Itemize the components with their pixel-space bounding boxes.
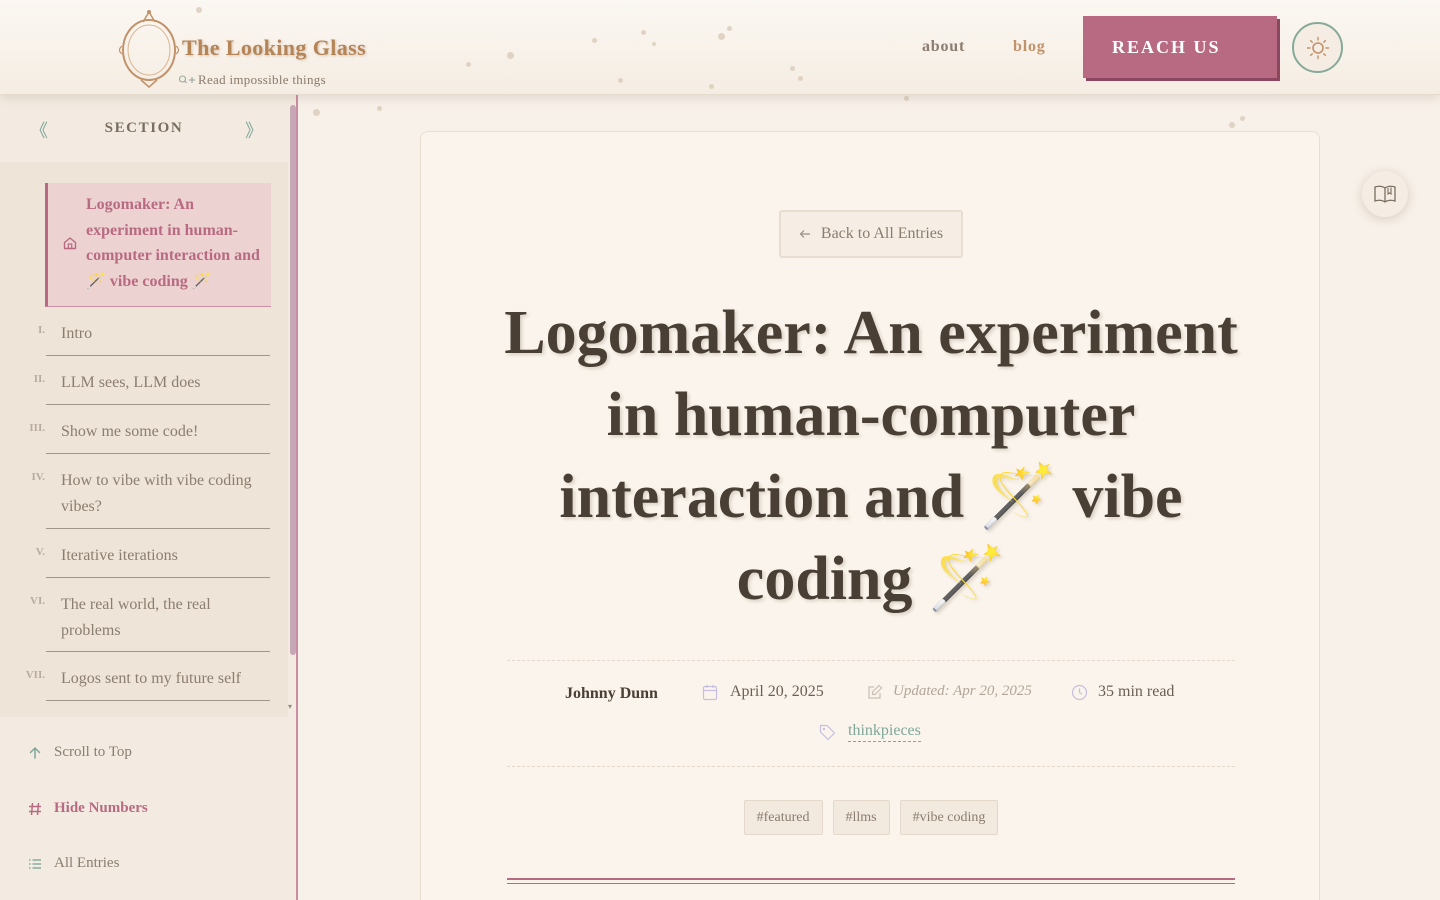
nav-link-about[interactable]: about xyxy=(922,38,965,56)
clock-icon xyxy=(1071,684,1088,700)
toc-number: III. xyxy=(29,422,45,434)
toc-label: Show me some code! xyxy=(61,423,199,440)
toc-label: Logos sent to my future self xyxy=(61,670,241,687)
toc-number: I. xyxy=(37,324,45,336)
back-to-entries-button[interactable]: Back to All Entries xyxy=(779,210,963,258)
decor-dot xyxy=(377,106,382,111)
tag-icon xyxy=(819,724,836,740)
article-card: Back to All Entries Logomaker: An experi… xyxy=(420,131,1320,900)
open-book-icon xyxy=(1374,185,1396,203)
hash-icon xyxy=(29,802,41,815)
decor-dot xyxy=(507,52,514,59)
sun-icon xyxy=(1306,36,1329,59)
tag-chip[interactable]: #llms xyxy=(832,800,890,835)
decor-dot xyxy=(313,109,320,116)
toc-divider xyxy=(46,404,270,405)
decor-dot xyxy=(709,84,714,89)
all-entries-label: All Entries xyxy=(54,855,120,871)
toc-divider xyxy=(46,528,270,529)
arrow-up-icon xyxy=(29,746,41,759)
all-entries-button[interactable]: All Entries xyxy=(28,855,119,872)
toc-divider xyxy=(46,453,270,454)
nav-link-blog[interactable]: blog xyxy=(1013,38,1046,56)
toc-number: VII. xyxy=(25,669,45,681)
updated-date: Updated: Apr 20, 2025 xyxy=(867,683,1032,700)
looking-glass-logo-icon[interactable] xyxy=(114,8,184,88)
decor-dot xyxy=(592,38,597,43)
read-time: 35 min read xyxy=(1071,683,1174,701)
meta-divider-top xyxy=(507,660,1235,661)
hide-numbers-label: Hide Numbers xyxy=(54,800,148,816)
toc-label: The real world, the real problems xyxy=(61,596,211,639)
toc-divider xyxy=(46,700,270,701)
table-of-contents-sidebar: 《 SECTION 》 Logomaker: An experiment in … xyxy=(0,95,298,900)
toc-item-active[interactable]: Logomaker: An experiment in human-comput… xyxy=(45,183,271,307)
meta-divider-bottom xyxy=(507,766,1235,767)
toc-number: II. xyxy=(33,373,45,385)
read-time-text: 35 min read xyxy=(1098,683,1175,700)
toc-list: Logomaker: An experiment in human-comput… xyxy=(0,162,288,717)
toc-number: V. xyxy=(35,546,45,558)
scroll-to-top-button[interactable]: Scroll to Top xyxy=(28,744,132,761)
home-icon xyxy=(63,237,77,250)
divider-rule xyxy=(507,883,1235,884)
calendar-icon xyxy=(702,684,718,700)
decor-dot xyxy=(618,78,623,83)
hide-numbers-button[interactable]: Hide Numbers xyxy=(28,800,148,817)
publish-date: April 20, 2025 xyxy=(702,683,824,701)
next-section-button[interactable]: 》 xyxy=(245,117,263,143)
tag-chip[interactable]: #featured xyxy=(743,800,823,835)
article-title: Logomaker: An experiment in human-comput… xyxy=(504,299,1238,613)
category-link[interactable]: thinkpieces xyxy=(848,722,921,742)
toc-active-label: Logomaker: An experiment in human-comput… xyxy=(86,196,260,290)
scroll-down-arrow-icon[interactable]: ▾ xyxy=(288,702,292,711)
reach-us-button[interactable]: REACH US xyxy=(1083,16,1277,78)
decor-dot xyxy=(641,30,646,35)
toc-number: VI. xyxy=(30,595,45,607)
site-header: The Looking Glass Read impossible things… xyxy=(0,0,1440,95)
toc-label: Intro xyxy=(61,325,93,342)
list-icon xyxy=(29,858,41,869)
tag-list: #featured #llms #vibe coding xyxy=(421,800,1321,835)
scroll-to-top-label: Scroll to Top xyxy=(54,744,132,760)
theme-toggle-button[interactable] xyxy=(1292,22,1343,73)
arrow-left-icon xyxy=(799,230,810,238)
decor-dot xyxy=(196,7,202,13)
category: thinkpieces xyxy=(819,722,921,742)
decor-dot xyxy=(798,76,803,81)
tagline-row: Read impossible things xyxy=(178,72,326,88)
decor-dot xyxy=(904,96,909,101)
publish-date-text: April 20, 2025 xyxy=(730,683,824,700)
decor-dot xyxy=(727,26,732,31)
reader-mode-button[interactable] xyxy=(1362,171,1408,217)
author-name[interactable]: Johnny Dunn xyxy=(565,685,658,703)
toc-divider xyxy=(46,355,270,356)
site-tagline: Read impossible things xyxy=(198,72,326,87)
magnifier-plus-icon xyxy=(178,75,195,84)
decor-dot xyxy=(1229,122,1235,128)
sidebar-scrollbar[interactable] xyxy=(290,105,296,655)
decor-dot xyxy=(1240,116,1245,121)
toc-divider xyxy=(46,577,270,578)
toc-divider xyxy=(46,651,270,652)
decor-dot xyxy=(718,33,725,40)
toc-label: LLM sees, LLM does xyxy=(61,374,201,391)
updated-date-text: Updated: Apr 20, 2025 xyxy=(893,683,1032,699)
edit-icon xyxy=(868,684,883,699)
decor-dot xyxy=(790,66,795,71)
tag-chip[interactable]: #vibe coding xyxy=(899,800,999,835)
divider-rule xyxy=(507,878,1235,880)
decor-dot xyxy=(466,62,471,67)
decor-dot xyxy=(652,42,656,46)
site-title[interactable]: The Looking Glass xyxy=(182,35,366,61)
toc-label: Iterative iterations xyxy=(61,547,178,564)
toc-label: How to vibe with vibe coding vibes? xyxy=(61,472,252,515)
back-to-entries-label: Back to All Entries xyxy=(820,225,944,242)
sidebar-header: 《 SECTION 》 xyxy=(0,95,296,162)
toc-number: IV. xyxy=(31,471,45,483)
